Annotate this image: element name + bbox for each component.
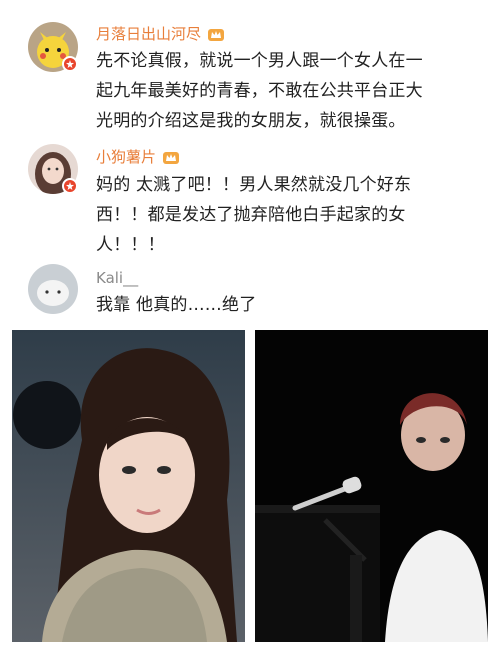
comment-line: 妈的 太溅了吧！！男人果然就没几个好东: [96, 175, 412, 195]
username-text: 小狗薯片: [96, 148, 157, 166]
comment-text: 我靠 他真的……绝了: [96, 290, 484, 320]
comment-line: 西！！都是发达了抛弃陪他白手起家的女: [96, 205, 406, 225]
username-text: Kali__: [96, 269, 139, 287]
comment-username[interactable]: 小狗薯片: [96, 147, 180, 167]
crown-icon: [208, 29, 225, 41]
comment-line: 光明的介绍这是我的女朋友，就很操蛋。: [96, 111, 406, 131]
comment-line: 起九年最美好的青春，不敢在公共平台正大: [96, 81, 423, 101]
username-text: 月落日出山河尽: [96, 25, 202, 43]
comment-username[interactable]: 月落日出山河尽: [96, 24, 225, 44]
comment-line: 我靠 他真的……绝了: [96, 295, 257, 315]
attached-photo-left[interactable]: [12, 330, 245, 642]
avatar[interactable]: [28, 264, 78, 314]
comment-text: 妈的 太溅了吧！！男人果然就没几个好东 西！！都是发达了抛弃陪他白手起家的女 人…: [96, 170, 484, 260]
crown-icon: [163, 152, 180, 164]
comment-line: 人！！！: [96, 235, 165, 255]
attached-photo-right[interactable]: [255, 330, 488, 642]
comment-line: 先不论真假，就说一个男人跟一个女人在一: [96, 51, 423, 71]
comment-text: 先不论真假，就说一个男人跟一个女人在一 起九年最美好的青春，不敢在公共平台正大 …: [96, 46, 484, 136]
verified-badge-icon: [62, 178, 78, 194]
comment-username[interactable]: Kali__: [96, 268, 138, 288]
verified-badge-icon: [62, 56, 78, 72]
